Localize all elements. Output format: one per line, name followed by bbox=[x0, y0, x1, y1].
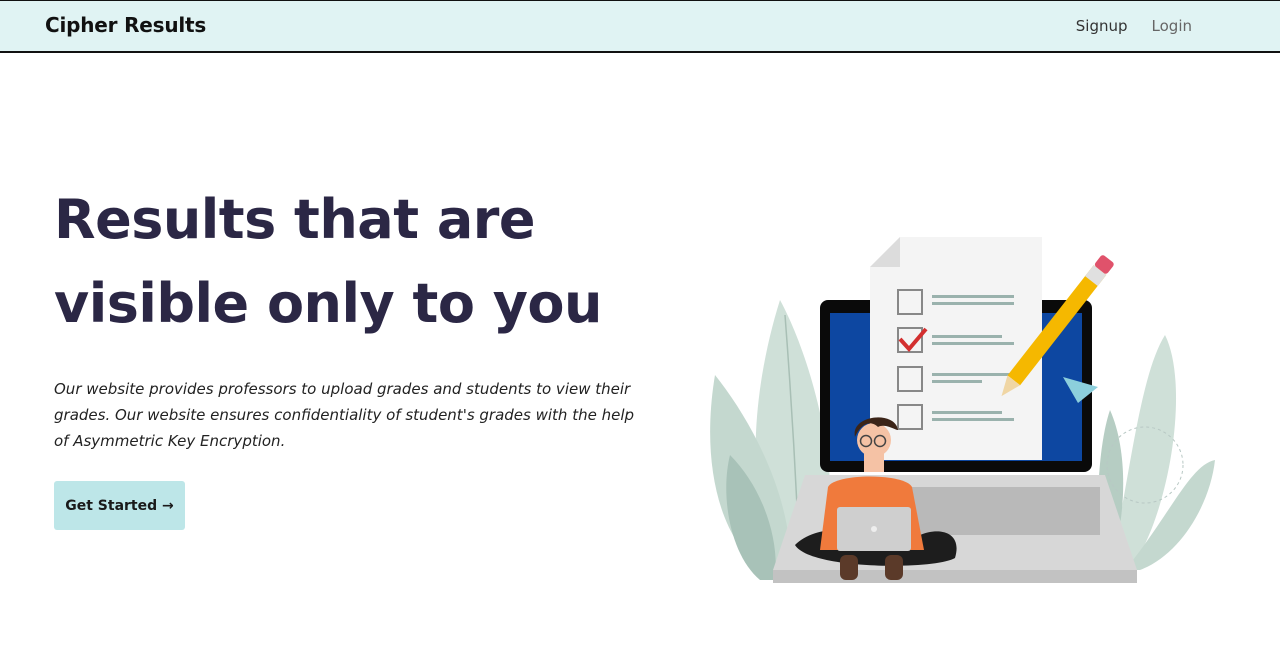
nav-links: Signup Login bbox=[1076, 17, 1192, 35]
hero-title: Results that are visible only to you bbox=[54, 188, 602, 335]
navbar: Cipher Results Signup Login bbox=[0, 0, 1280, 53]
signup-link[interactable]: Signup bbox=[1076, 17, 1128, 35]
hero-description: Our website provides professors to uploa… bbox=[54, 380, 635, 450]
login-link[interactable]: Login bbox=[1152, 17, 1192, 35]
brand-logo[interactable]: Cipher Results bbox=[45, 13, 206, 37]
hero-illustration bbox=[710, 237, 1215, 583]
get-started-button[interactable]: Get Started → bbox=[54, 481, 185, 530]
